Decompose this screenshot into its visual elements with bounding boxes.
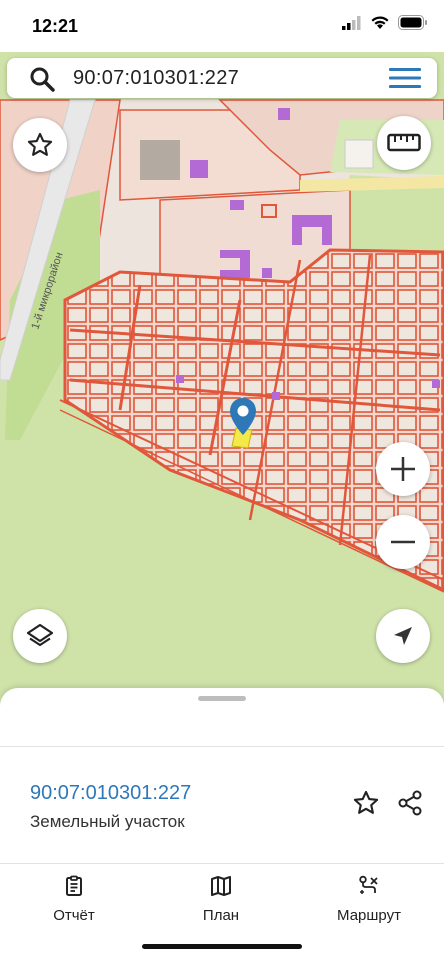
navigation-arrow-icon bbox=[394, 627, 412, 645]
tab-report[interactable]: Отчёт bbox=[19, 874, 129, 924]
location-pin-icon[interactable] bbox=[229, 397, 257, 437]
search-bar[interactable]: 90:07:010301:227 bbox=[7, 58, 437, 98]
signal-icon bbox=[342, 15, 361, 30]
status-bar: 12:21 bbox=[0, 0, 444, 52]
report-icon bbox=[66, 875, 82, 896]
divider bbox=[0, 863, 444, 864]
search-icon[interactable] bbox=[29, 66, 55, 92]
zoom-out-button[interactable] bbox=[376, 515, 430, 569]
ruler-button[interactable] bbox=[377, 116, 431, 170]
my-location-button[interactable] bbox=[376, 609, 430, 663]
battery-icon bbox=[398, 15, 427, 30]
status-time: 12:21 bbox=[32, 16, 79, 36]
tab-report-label: Отчёт bbox=[53, 907, 95, 924]
minus-icon bbox=[391, 540, 415, 544]
plus-icon bbox=[391, 457, 415, 481]
add-favorite-button[interactable] bbox=[349, 786, 383, 820]
zoom-in-button[interactable] bbox=[376, 442, 430, 496]
parcel-type: Земельный участок bbox=[30, 812, 185, 831]
tab-plan-label: План bbox=[202, 907, 240, 924]
star-icon bbox=[27, 132, 53, 156]
map-plan-icon bbox=[211, 876, 231, 896]
ruler-icon bbox=[387, 133, 421, 152]
favorites-button[interactable] bbox=[13, 118, 67, 172]
status-icons bbox=[342, 15, 428, 30]
star-icon bbox=[353, 790, 379, 814]
sheet-drag-handle[interactable] bbox=[198, 696, 246, 701]
parcel-cadastral-number[interactable]: 90:07:010301:227 bbox=[30, 782, 191, 805]
tab-route-label: Маршрут bbox=[337, 907, 401, 924]
divider bbox=[0, 746, 444, 747]
tab-route[interactable]: Маршрут bbox=[314, 874, 424, 924]
search-input[interactable]: 90:07:010301:227 bbox=[73, 67, 239, 90]
hamburger-menu-icon[interactable] bbox=[387, 66, 423, 90]
home-indicator[interactable] bbox=[142, 944, 302, 949]
route-icon bbox=[359, 875, 378, 894]
layers-icon bbox=[26, 623, 54, 647]
layers-button[interactable] bbox=[13, 609, 67, 663]
share-icon bbox=[398, 790, 422, 816]
tab-plan[interactable]: План bbox=[166, 874, 276, 924]
wifi-icon bbox=[371, 16, 389, 29]
share-button[interactable] bbox=[393, 786, 427, 820]
